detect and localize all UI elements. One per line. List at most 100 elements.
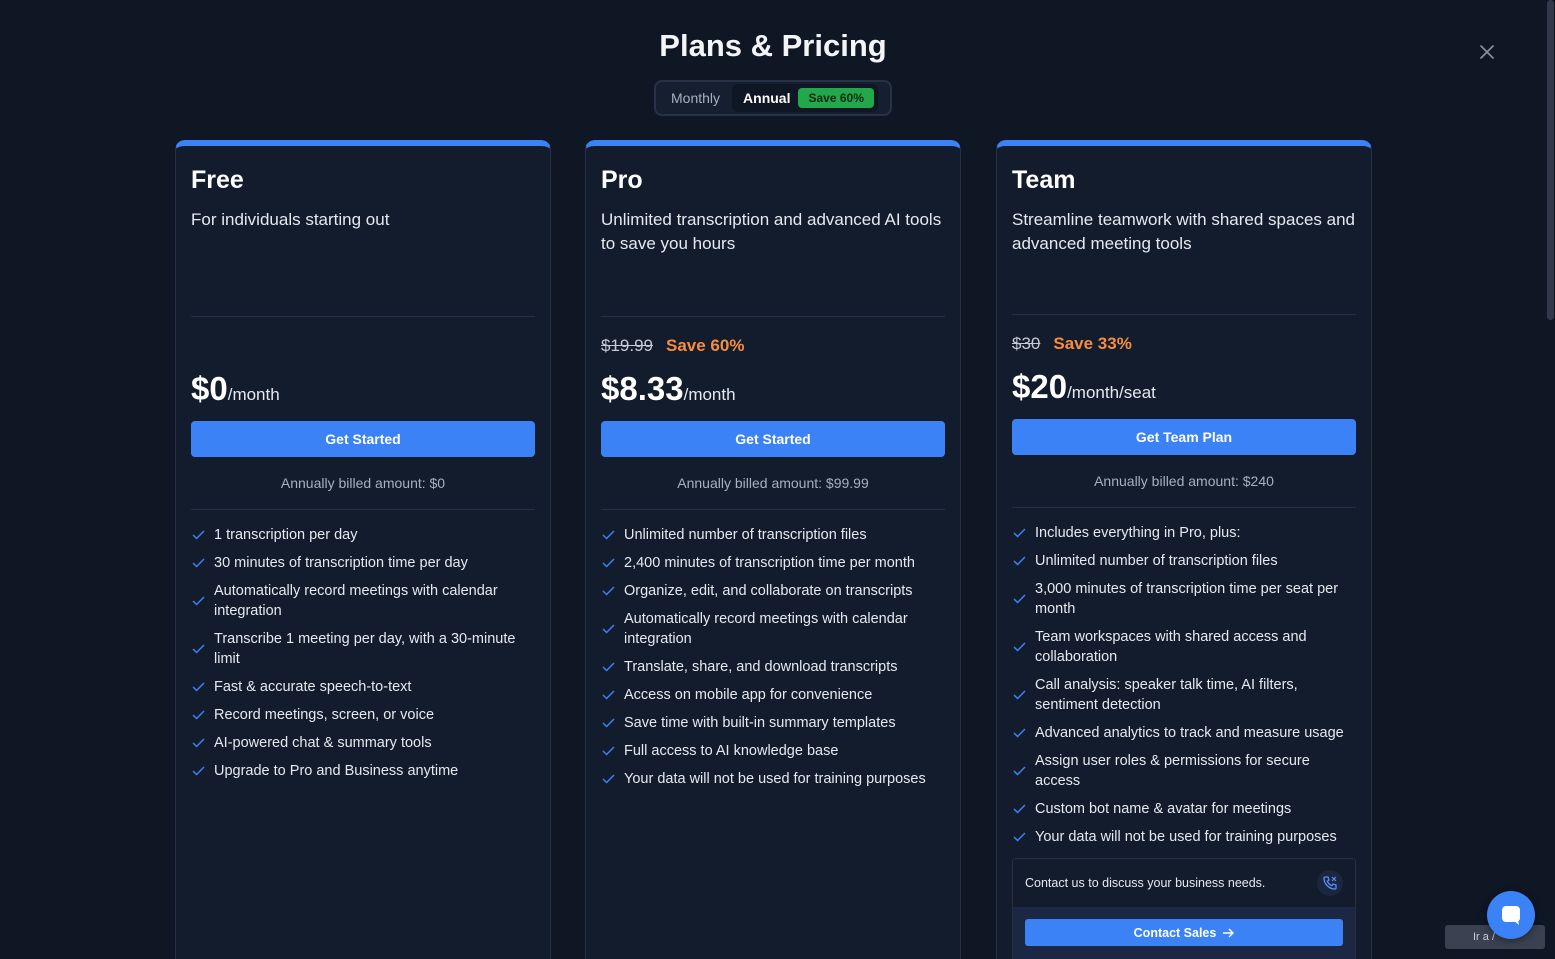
billing-annual-label: Annual bbox=[743, 90, 791, 106]
plan-card-pro: Pro Unlimited transcription and advanced… bbox=[585, 140, 961, 959]
check-icon bbox=[191, 764, 205, 778]
check-icon bbox=[191, 708, 205, 722]
divider bbox=[191, 509, 535, 510]
check-icon bbox=[601, 688, 615, 702]
price: $0 bbox=[191, 370, 228, 407]
scrollbar-thumb[interactable] bbox=[1547, 0, 1554, 320]
close-icon[interactable] bbox=[1476, 41, 1498, 63]
divider bbox=[191, 316, 535, 317]
check-icon bbox=[601, 744, 615, 758]
feature-item: Call analysis: speaker talk time, AI fil… bbox=[1012, 671, 1356, 719]
check-icon bbox=[1012, 830, 1026, 844]
check-icon bbox=[1012, 592, 1026, 606]
check-icon bbox=[601, 716, 615, 730]
price: $20 bbox=[1012, 368, 1068, 405]
feature-item: Organize, edit, and collaborate on trans… bbox=[601, 577, 945, 605]
divider bbox=[1012, 314, 1356, 315]
check-icon bbox=[191, 680, 205, 694]
check-icon bbox=[1012, 802, 1026, 816]
plan-description: Unlimited transcription and advanced AI … bbox=[601, 210, 942, 253]
contact-sales-label: Contact Sales bbox=[1133, 925, 1217, 940]
divider bbox=[1012, 507, 1356, 508]
plan-description: For individuals starting out bbox=[191, 210, 390, 229]
feature-item: Unlimited number of transcription files bbox=[601, 521, 945, 549]
check-icon bbox=[1012, 640, 1026, 654]
feature-list: 1 transcription per day 30 minutes of tr… bbox=[191, 521, 535, 785]
check-icon bbox=[601, 584, 615, 598]
feature-item: Includes everything in Pro, plus: bbox=[1012, 519, 1356, 547]
contact-sales-button[interactable]: Contact Sales bbox=[1025, 919, 1343, 946]
feature-item: Unlimited number of transcription files bbox=[1012, 547, 1356, 575]
check-icon bbox=[1012, 554, 1026, 568]
billed-amount: Annually billed amount: $0 bbox=[280, 475, 446, 491]
divider bbox=[601, 509, 945, 510]
feature-item: Team workspaces with shared access and c… bbox=[1012, 623, 1356, 671]
save-percent: Save 60% bbox=[666, 336, 745, 355]
feature-item: Translate, share, and download transcrip… bbox=[601, 653, 945, 681]
price-unit: /month/seat bbox=[1067, 383, 1156, 402]
feature-item: 3,000 minutes of transcription time per … bbox=[1012, 575, 1356, 623]
get-started-button[interactable]: Get Started bbox=[191, 421, 535, 457]
check-icon bbox=[1012, 726, 1026, 740]
price-row: $8.33 /month bbox=[601, 370, 736, 408]
plan-name: Free bbox=[191, 166, 244, 194]
old-price: $19.99 bbox=[601, 336, 653, 355]
price: $8.33 bbox=[601, 370, 684, 407]
price-row: $20 /month/seat bbox=[1012, 368, 1156, 406]
feature-item: Automatically record meetings with calen… bbox=[191, 577, 535, 625]
get-started-button[interactable]: Get Started bbox=[601, 421, 945, 457]
check-icon bbox=[601, 556, 615, 570]
feature-item: Save time with built-in summary template… bbox=[601, 709, 945, 737]
price-unit: /month bbox=[683, 385, 736, 404]
check-icon bbox=[1012, 526, 1026, 540]
check-icon bbox=[191, 528, 205, 542]
feature-item: Automatically record meetings with calen… bbox=[601, 605, 945, 653]
feature-item: Full access to AI knowledge base bbox=[601, 737, 945, 765]
contact-sales-box: Contact us to discuss your business need… bbox=[1012, 858, 1356, 959]
check-icon bbox=[601, 528, 615, 542]
check-icon bbox=[191, 642, 205, 656]
feature-item: 1 transcription per day bbox=[191, 521, 535, 549]
feature-item: Your data will not be used for training … bbox=[1012, 823, 1356, 851]
old-price: $30 bbox=[1012, 334, 1041, 353]
feature-item: Custom bot name & avatar for meetings bbox=[1012, 795, 1356, 823]
check-icon bbox=[191, 736, 205, 750]
feature-item: Fast & accurate speech-to-text bbox=[191, 673, 535, 701]
phone-icon bbox=[1317, 870, 1343, 896]
page-title: Plans & Pricing bbox=[659, 28, 887, 63]
price-row: $0 /month bbox=[191, 370, 280, 408]
chat-icon[interactable] bbox=[1487, 891, 1535, 939]
feature-item: Upgrade to Pro and Business anytime bbox=[191, 757, 535, 785]
check-icon bbox=[601, 660, 615, 674]
check-icon bbox=[1012, 688, 1026, 702]
check-icon bbox=[1012, 764, 1026, 778]
plan-name: Pro bbox=[601, 166, 643, 194]
feature-list: Unlimited number of transcription files … bbox=[601, 521, 945, 793]
billing-annual-option[interactable]: Annual Save 60% bbox=[732, 84, 878, 112]
contact-sales-header: Contact us to discuss your business need… bbox=[1013, 859, 1355, 907]
feature-item: Assign user roles & permissions for secu… bbox=[1012, 747, 1356, 795]
feature-item: Your data will not be used for training … bbox=[601, 765, 945, 793]
scrollbar[interactable] bbox=[1546, 0, 1555, 959]
feature-item: Access on mobile app for convenience bbox=[601, 681, 945, 709]
feature-item: Transcribe 1 meeting per day, with a 30-… bbox=[191, 625, 535, 673]
pricing-page: Plans & Pricing Monthly Annual Save 60% … bbox=[0, 0, 1555, 959]
discount-row: $30 Save 33% bbox=[1012, 334, 1132, 354]
divider bbox=[601, 316, 945, 317]
plan-description: Streamline teamwork with shared spaces a… bbox=[1012, 210, 1355, 253]
check-icon bbox=[191, 556, 205, 570]
plan-card-free: Free For individuals starting out $0 /mo… bbox=[175, 140, 551, 959]
plan-card-team: Team Streamline teamwork with shared spa… bbox=[996, 140, 1372, 959]
get-team-plan-button[interactable]: Get Team Plan bbox=[1012, 419, 1356, 455]
check-icon bbox=[601, 772, 615, 786]
billing-monthly-option[interactable]: Monthly bbox=[659, 84, 732, 112]
contact-sales-footer: Contact Sales bbox=[1013, 907, 1355, 959]
discount-row: $19.99 Save 60% bbox=[601, 336, 744, 356]
feature-item: Record meetings, screen, or voice bbox=[191, 701, 535, 729]
billed-amount: Annually billed amount: $99.99 bbox=[677, 475, 869, 491]
feature-item: 2,400 minutes of transcription time per … bbox=[601, 549, 945, 577]
billed-amount: Annually billed amount: $240 bbox=[1094, 473, 1274, 489]
billing-toggle: Monthly Annual Save 60% bbox=[654, 80, 892, 116]
feature-item: AI-powered chat & summary tools bbox=[191, 729, 535, 757]
contact-sales-text: Contact us to discuss your business need… bbox=[1025, 876, 1266, 890]
